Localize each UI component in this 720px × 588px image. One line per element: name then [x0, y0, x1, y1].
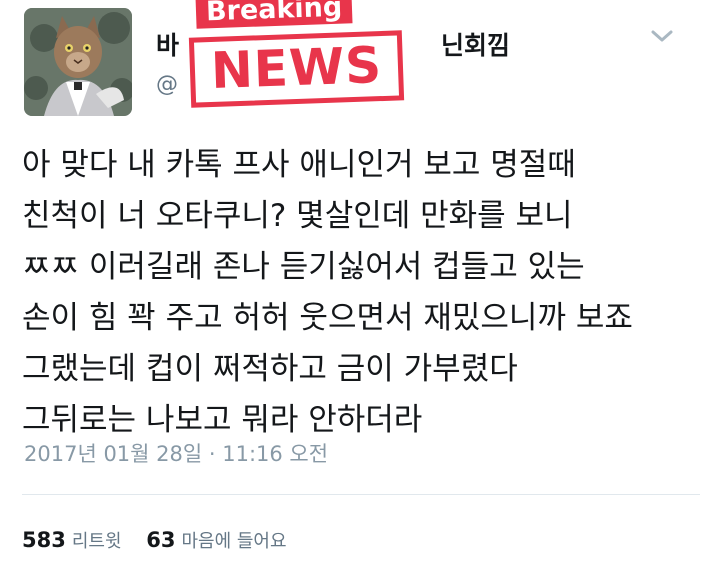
news-label: NEWS	[188, 30, 405, 108]
likes-count: 63	[146, 528, 176, 552]
avatar[interactable]	[24, 8, 132, 116]
likes-stat[interactable]: 63 마음에 들어요	[146, 528, 286, 552]
author-name-end[interactable]: 닌회낌	[441, 31, 510, 60]
divider	[22, 494, 700, 495]
retweets-count: 583	[22, 528, 66, 552]
cat-avatar-image	[24, 8, 132, 116]
tweet-line: 아 맞다 내 카톡 프사 애니인거 보고 명절때	[22, 147, 576, 183]
breaking-news-sticker: Breaking NEWS	[180, 0, 430, 112]
tweet-text: 아 맞다 내 카톡 프사 애니인거 보고 명절때 친척이 너 오타쿠니? 몇살인…	[22, 140, 702, 446]
chevron-down-icon[interactable]	[648, 24, 676, 48]
likes-label: 마음에 들어요	[181, 531, 287, 552]
tweet-line: 친척이 너 오타쿠니? 몇살인데 만화를 보니	[22, 198, 573, 234]
retweets-label: 리트윗	[71, 531, 122, 552]
tweet-line: 그랬는데 컵이 쩌적하고 금이 가부렸다	[22, 351, 518, 387]
author-handle[interactable]: @	[156, 72, 178, 97]
tweet-stats: 583 리트윗 63 마음에 들어요	[22, 527, 305, 553]
tweet-timestamp[interactable]: 2017년 01월 28일 · 11:16 오전	[24, 438, 328, 468]
breaking-label: Breaking	[195, 0, 353, 29]
retweets-stat[interactable]: 583 리트윗	[22, 528, 128, 552]
tweet-line: ㅉㅉ 이러길래 존나 듣기싫어서 컵들고 있는	[22, 249, 585, 285]
tweet-line: 손이 힘 꽉 주고 허허 웃으면서 재밌으니까 보죠	[22, 300, 633, 336]
author-name-start[interactable]: 바	[156, 31, 179, 60]
